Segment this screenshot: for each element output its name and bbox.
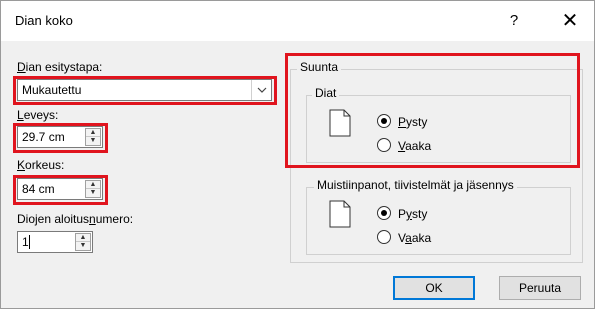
- close-button[interactable]: ✕: [553, 7, 587, 35]
- notes-landscape-radio[interactable]: [377, 230, 391, 244]
- spin-down-icon[interactable]: ▼: [76, 242, 90, 250]
- start-number-spin-buttons[interactable]: ▲ ▼: [75, 233, 91, 251]
- ok-button[interactable]: OK: [393, 276, 475, 300]
- help-button[interactable]: ?: [499, 9, 529, 33]
- notes-portrait-label[interactable]: Pysty: [398, 207, 427, 221]
- spin-up-icon[interactable]: ▲: [76, 234, 90, 242]
- slide-format-label: Dian esitystapa:: [17, 60, 103, 74]
- start-number-stepper[interactable]: 1 ▲ ▼: [17, 231, 93, 253]
- text-caret: [29, 235, 30, 249]
- highlight-height: [13, 175, 108, 205]
- notes-landscape-label[interactable]: Vaaka: [398, 231, 431, 245]
- notes-group-label: Muistiinpanot, tiivistelmät ja jäsennys: [314, 178, 517, 192]
- notes-portrait-radio[interactable]: [377, 206, 391, 220]
- cancel-button[interactable]: Peruuta: [499, 276, 581, 300]
- width-label: Leveys:: [17, 108, 59, 122]
- highlight-slides-orientation: [285, 53, 580, 168]
- height-label: Korkeus:: [17, 158, 65, 172]
- slide-size-dialog: Dian koko ? ✕ Dian esitystapa: Mukautett…: [0, 0, 595, 309]
- dialog-title: Dian koko: [15, 13, 73, 28]
- start-number-label: Diojen aloitusnumero:: [17, 212, 134, 226]
- highlight-slide-format: [13, 76, 277, 105]
- portrait-page-icon: [329, 200, 351, 228]
- start-number-value: 1: [22, 235, 29, 249]
- highlight-width: [13, 123, 108, 153]
- title-bar: Dian koko ? ✕: [1, 1, 594, 41]
